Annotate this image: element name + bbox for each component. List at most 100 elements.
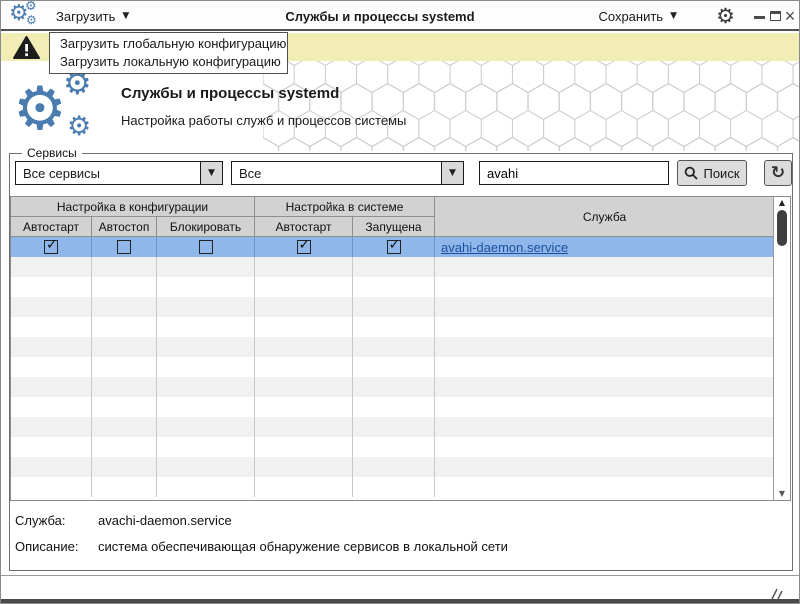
- window-bottom-border: [1, 599, 799, 604]
- service-link[interactable]: avahi-daemon.service: [441, 240, 568, 255]
- table-cell: [353, 317, 435, 337]
- systemd-gears-logo: ⚙ ⚙ ⚙: [13, 67, 118, 151]
- table-cell: [255, 277, 353, 297]
- table-cell: [435, 377, 774, 397]
- table-cell: [92, 477, 157, 497]
- service-row-selected[interactable]: ✓ ✓ ✓ avahi-daemon.service: [11, 237, 774, 257]
- service-detail-value: avachi-daemon.service: [98, 513, 232, 528]
- check-icon: ✓: [389, 237, 401, 253]
- table-cell: [157, 337, 255, 357]
- settings-gear-icon[interactable]: ⚙: [716, 5, 735, 27]
- table-cell: [92, 337, 157, 357]
- column-header-autostop: Автостоп: [92, 217, 157, 237]
- table-cell: [11, 417, 92, 437]
- services-table: Настройка в конфигурации Настройка в сис…: [10, 196, 791, 501]
- table-cell: [157, 277, 255, 297]
- table-cell: [92, 277, 157, 297]
- combo-arrow-button[interactable]: ▼: [441, 162, 463, 184]
- table-cell: [353, 297, 435, 317]
- table-cell: [92, 357, 157, 377]
- service-type-select[interactable]: Все сервисы ▼: [15, 161, 223, 185]
- search-button[interactable]: Поиск: [677, 160, 747, 186]
- table-cell: [255, 477, 353, 497]
- hexagon-pattern-background: [263, 61, 799, 151]
- vertical-scrollbar[interactable]: ▲ ▼: [773, 197, 790, 500]
- app-gears-icon: ⚙ ⚙ ⚙: [9, 1, 45, 31]
- table-row-empty[interactable]: [11, 317, 774, 337]
- checkbox-autostop[interactable]: [117, 240, 131, 254]
- table-cell: [353, 377, 435, 397]
- check-icon: ✓: [46, 237, 58, 253]
- gear-icon: ⚙: [26, 14, 37, 26]
- table-cell: [255, 317, 353, 337]
- table-cell: [11, 337, 92, 357]
- table-row-empty[interactable]: [11, 337, 774, 357]
- menu-item-load-global[interactable]: Загрузить глобальную конфигурацию: [50, 35, 287, 53]
- table-cell: [353, 257, 435, 277]
- table-row-empty[interactable]: [11, 417, 774, 437]
- checkbox-running[interactable]: ✓: [387, 240, 401, 254]
- column-group-config: Настройка в конфигурации: [11, 197, 255, 217]
- column-header-service: Служба: [435, 197, 774, 237]
- refresh-button[interactable]: ↻: [764, 160, 792, 186]
- page-subtitle: Настройка работы служб и процессов систе…: [121, 113, 406, 128]
- service-state-value: Все: [232, 166, 441, 181]
- table-cell: [157, 457, 255, 477]
- checkbox-autostart-config[interactable]: ✓: [44, 240, 58, 254]
- table-cell: [11, 297, 92, 317]
- checkbox-autostart-system[interactable]: ✓: [297, 240, 311, 254]
- table-cell: [11, 257, 92, 277]
- column-header-autostart-system: Автостарт: [255, 217, 353, 237]
- minimize-button[interactable]: [751, 1, 767, 31]
- table-cell: [435, 477, 774, 497]
- table-row-empty[interactable]: [11, 377, 774, 397]
- column-header-block: Блокировать: [157, 217, 255, 237]
- gear-icon: ⚙: [25, 0, 37, 13]
- table-cell: [435, 397, 774, 417]
- table-cell: [157, 377, 255, 397]
- table-row-empty[interactable]: [11, 457, 774, 477]
- app-window: ⚙ ⚙ ⚙ Загрузить ▼ Службы и процессы syst…: [0, 0, 800, 604]
- table-cell: [11, 377, 92, 397]
- page-title: Службы и процессы systemd: [121, 85, 339, 102]
- scrollbar-thumb[interactable]: [777, 210, 787, 246]
- service-state-select[interactable]: Все ▼: [231, 161, 464, 185]
- combo-arrow-button[interactable]: ▼: [200, 162, 222, 184]
- table-cell: [157, 417, 255, 437]
- chevron-down-icon: ▼: [122, 11, 129, 21]
- table-cell: [11, 357, 92, 377]
- table-row-empty[interactable]: [11, 357, 774, 377]
- table-row-empty[interactable]: [11, 397, 774, 417]
- maximize-button[interactable]: [767, 1, 783, 31]
- table-row-empty[interactable]: [11, 437, 774, 457]
- scroll-down-icon[interactable]: ▼: [774, 489, 790, 498]
- service-type-value: Все сервисы: [16, 166, 200, 181]
- load-menu-button[interactable]: Загрузить ▼: [56, 1, 129, 31]
- table-cell: [157, 257, 255, 277]
- table-cell: [157, 317, 255, 337]
- search-input[interactable]: [479, 161, 669, 185]
- table-cell: [353, 357, 435, 377]
- table-row-empty[interactable]: [11, 257, 774, 277]
- table-row-empty[interactable]: [11, 277, 774, 297]
- close-button[interactable]: ×: [782, 1, 798, 31]
- table-body: ✓ ✓ ✓ avahi-daemon.service: [11, 237, 774, 500]
- window-title: Службы и процессы systemd: [255, 1, 505, 31]
- table-cell: [353, 457, 435, 477]
- table-row-empty[interactable]: [11, 477, 774, 497]
- table-cell: [92, 297, 157, 317]
- menu-item-load-local[interactable]: Загрузить локальную конфигурацию: [50, 53, 287, 71]
- table-cell: [435, 257, 774, 277]
- save-menu-button[interactable]: Сохранить ▼: [598, 1, 677, 31]
- status-bar: [1, 575, 799, 599]
- header-banner: ⚙ ⚙ ⚙ Службы и процессы systemd Настройк…: [1, 61, 799, 153]
- checkbox-block[interactable]: [199, 240, 213, 254]
- table-cell: [11, 477, 92, 497]
- groupbox-label: Сервисы: [22, 146, 82, 160]
- table-cell: [255, 397, 353, 417]
- close-icon: ×: [785, 8, 796, 24]
- scroll-up-icon[interactable]: ▲: [774, 198, 790, 207]
- table-empty-rows: [11, 257, 774, 497]
- table-row-empty[interactable]: [11, 297, 774, 317]
- table-cell: [255, 357, 353, 377]
